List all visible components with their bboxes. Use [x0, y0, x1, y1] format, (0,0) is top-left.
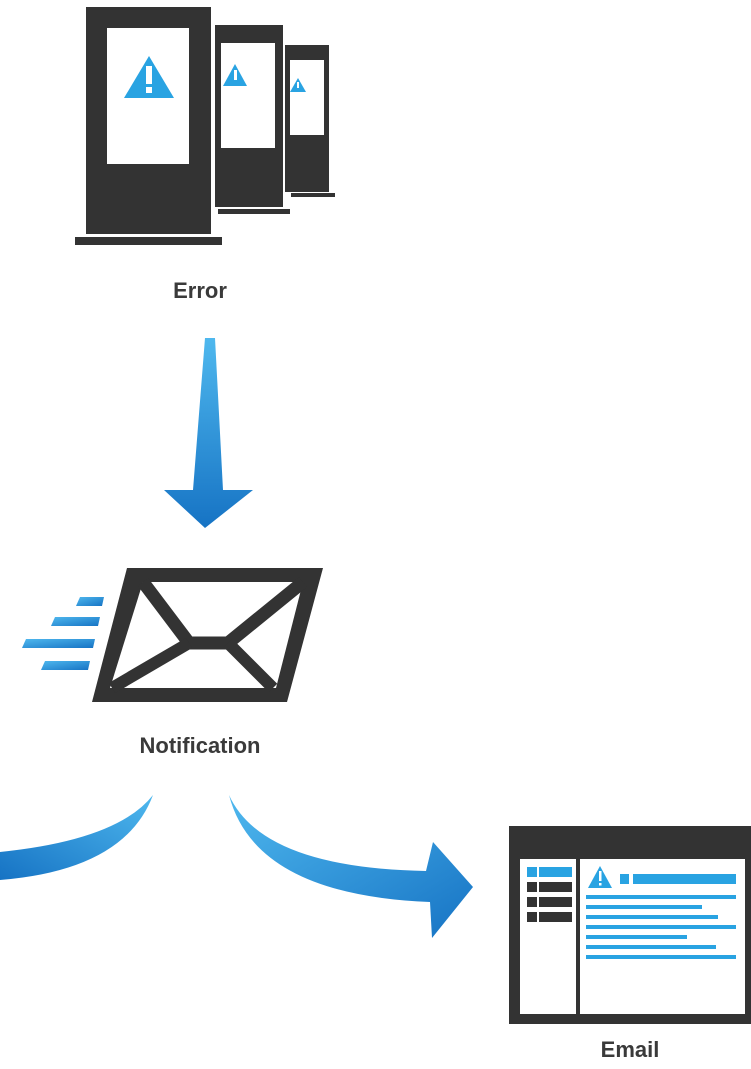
kiosk-displays-icon: [75, 7, 335, 245]
envelope-icon: [92, 568, 323, 702]
kiosk-device-large: [75, 7, 222, 245]
curved-arrow-right-icon: [229, 795, 473, 938]
email-label: Email: [600, 1037, 660, 1062]
diagram-canvas: [0, 7, 751, 1024]
motion-lines-icon: [22, 597, 104, 670]
error-label: Error: [173, 278, 227, 303]
notification-label: Notification: [139, 733, 261, 758]
email-client-window-icon: [509, 826, 751, 1024]
arrow-down-icon: [164, 338, 253, 528]
kiosk-device-small: [285, 45, 335, 197]
curved-arrow-left-icon: [0, 795, 153, 880]
kiosk-device-medium: [215, 25, 290, 214]
